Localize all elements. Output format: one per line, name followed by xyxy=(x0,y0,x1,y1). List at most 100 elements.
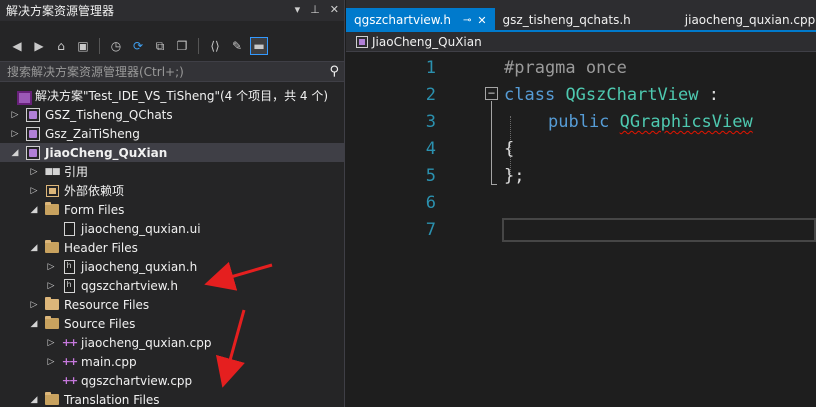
collapse-region-icon[interactable]: − xyxy=(485,87,498,100)
expand-arrow-icon[interactable]: ▷ xyxy=(10,129,20,139)
collapse-arrow-icon[interactable]: ◢ xyxy=(29,395,39,405)
forward-icon[interactable]: ▶ xyxy=(30,37,48,55)
dropdown-icon[interactable]: ▾ xyxy=(295,3,301,16)
solution-explorer-panel: 解决方案资源管理器 ▾ ⊥ ✕ ◀ ▶ ⌂ ▣ ◷ ⟳ ⧉ ❐ ⟨⟩ ✎ ▬ 搜… xyxy=(0,0,345,407)
header-file-icon xyxy=(63,278,75,293)
expand-arrow-icon[interactable]: ▷ xyxy=(46,281,56,291)
expand-arrow-icon[interactable]: ▷ xyxy=(46,338,56,348)
show-all-files-icon[interactable]: ❐ xyxy=(173,37,191,55)
nav-project-label: JiaoCheng_QuXian xyxy=(372,34,482,49)
project-icon xyxy=(356,35,368,48)
header-file-icon xyxy=(63,259,75,274)
tree-item-folder[interactable]: ◢ Header Files xyxy=(0,238,344,257)
tree-item-project[interactable]: ▷ GSZ_Tisheng_QChats xyxy=(0,105,344,124)
solution-explorer-title: 解决方案资源管理器 xyxy=(6,4,115,18)
ui-file-icon xyxy=(63,221,75,236)
search-input[interactable]: 搜索解决方案资源管理器(Ctrl+;) xyxy=(7,63,184,80)
pin-icon[interactable]: ⊥ xyxy=(310,3,320,16)
tree-item-label: Source Files xyxy=(64,316,136,331)
tab-gsz-tisheng-qchats-h[interactable]: gsz_tisheng_qchats.h xyxy=(495,8,639,32)
expand-arrow-icon[interactable]: ▷ xyxy=(29,300,39,310)
project-icon xyxy=(26,145,40,160)
tree-item-project[interactable]: ▷ Gsz_ZaiTiSheng xyxy=(0,124,344,143)
pin-tab-icon[interactable]: ⊸ xyxy=(463,15,471,26)
tree-item-label: jiaocheng_quxian.ui xyxy=(81,221,201,236)
collapse-arrow-icon[interactable]: ◢ xyxy=(29,205,39,215)
code-punct: : xyxy=(698,85,719,105)
line-number: 6 xyxy=(425,193,436,213)
pending-changes-filter-icon[interactable]: ◷ xyxy=(107,37,125,55)
tree-item-references[interactable]: ▷ ■■ 引用 xyxy=(0,162,344,181)
tree-item-label: Resource Files xyxy=(64,297,150,312)
folder-icon xyxy=(45,297,59,310)
tree-item-label: 引用 xyxy=(64,165,89,179)
close-tab-icon[interactable]: ✕ xyxy=(477,14,486,27)
project-icon xyxy=(26,126,40,141)
folder-open-icon xyxy=(45,316,59,329)
tab-label: gsz_tisheng_qchats.h xyxy=(502,13,631,27)
line-number: 1 xyxy=(425,58,436,78)
solution-explorer-search[interactable]: 搜索解决方案资源管理器(Ctrl+;) ⚲ xyxy=(0,61,344,82)
properties-wrench-icon[interactable]: ✎ xyxy=(228,37,246,55)
tree-item-label: Header Files xyxy=(64,240,138,255)
collapse-arrow-icon[interactable]: ◢ xyxy=(29,319,39,329)
folder-open-icon xyxy=(45,240,59,253)
tree-item-project-selected[interactable]: ◢ JiaoCheng_QuXian xyxy=(0,143,344,162)
tree-item-folder[interactable]: ◢ Translation Files xyxy=(0,390,344,407)
solution-explorer-title-bar: 解决方案资源管理器 ▾ ⊥ ✕ xyxy=(0,0,344,21)
expand-arrow-icon[interactable]: ▷ xyxy=(10,110,20,120)
close-icon[interactable]: ✕ xyxy=(330,3,339,16)
expand-arrow-icon[interactable]: ▷ xyxy=(29,167,39,177)
collapse-all-icon[interactable]: ⧉ xyxy=(151,37,169,55)
tree-item-label: 解决方案"Test_IDE_VS_TiSheng"(4 个项目，共 4 个) xyxy=(35,89,329,103)
tree-item-file[interactable]: ▷ qgszchartview.h xyxy=(0,276,344,295)
preview-selected-items-icon[interactable]: ▬ xyxy=(250,37,268,55)
tree-item-label: qgszchartview.cpp xyxy=(81,373,193,388)
code-area[interactable]: 1 2 3 4 5 6 7 − #pragma once class QGszC… xyxy=(346,54,816,407)
line-number: 7 xyxy=(425,220,436,240)
project-icon xyxy=(26,107,40,122)
code-line-4: { xyxy=(504,139,515,159)
back-icon[interactable]: ◀ xyxy=(8,37,26,55)
code-line-5: }; xyxy=(504,166,525,186)
tree-item-label: JiaoCheng_QuXian xyxy=(45,145,168,160)
tree-item-label: jiaocheng_quxian.cpp xyxy=(81,335,212,350)
switch-views-icon[interactable]: ▣ xyxy=(74,37,92,55)
tree-item-file[interactable]: ▷ ++ main.cpp xyxy=(0,352,344,371)
tree-item-file[interactable]: ▷ ++ jiaocheng_quxian.cpp xyxy=(0,333,344,352)
line-number: 2 xyxy=(425,85,436,105)
fold-guide xyxy=(491,101,492,185)
tree-item-file[interactable]: ▷ jiaocheng_quxian.h xyxy=(0,257,344,276)
expand-arrow-icon[interactable]: ▷ xyxy=(46,357,56,367)
tree-item-external-deps[interactable]: ▷ 外部依赖项 xyxy=(0,181,344,200)
home-icon[interactable]: ⌂ xyxy=(52,37,70,55)
base-class-name: QGraphicsView xyxy=(619,112,753,132)
tree-item-label: Form Files xyxy=(64,202,125,217)
tree-item-file[interactable]: jiaocheng_quxian.ui xyxy=(0,219,344,238)
project-navigation-dropdown[interactable]: JiaoCheng_QuXian xyxy=(346,32,816,52)
code-editor: qgszchartview.h ⊸ ✕ gsz_tisheng_qchats.h… xyxy=(346,0,816,407)
tree-item-solution[interactable]: 解决方案"Test_IDE_VS_TiSheng"(4 个项目，共 4 个) xyxy=(0,86,344,105)
tree-item-label: qgszchartview.h xyxy=(81,278,178,293)
code-line-2: class QGszChartView : xyxy=(504,85,719,105)
class-name: QGszChartView xyxy=(565,85,699,105)
tree-item-folder[interactable]: ◢ Form Files xyxy=(0,200,344,219)
line-number: 4 xyxy=(425,139,436,159)
collapse-arrow-icon[interactable]: ◢ xyxy=(10,148,20,158)
folder-open-icon xyxy=(45,202,59,215)
tab-qgszchartview-h[interactable]: qgszchartview.h ⊸ ✕ xyxy=(346,8,495,32)
refresh-icon[interactable]: ⟳ xyxy=(129,37,147,55)
code-line-1: #pragma once xyxy=(504,58,627,78)
expand-arrow-icon[interactable]: ▷ xyxy=(46,262,56,272)
tree-item-folder[interactable]: ▷ Resource Files xyxy=(0,295,344,314)
collapse-arrow-icon[interactable]: ◢ xyxy=(29,243,39,253)
tree-item-folder[interactable]: ◢ Source Files xyxy=(0,314,344,333)
tree-item-file[interactable]: ++ qgszchartview.cpp xyxy=(0,371,344,390)
search-icon[interactable]: ⚲ xyxy=(329,64,339,79)
tab-jiaocheng-quxian-cpp[interactable]: jiaocheng_quxian.cpp xyxy=(677,8,816,32)
tree-item-label: GSZ_Tisheng_QChats xyxy=(45,107,173,122)
expand-arrow-icon[interactable]: ▷ xyxy=(29,186,39,196)
tree-item-label: Translation Files xyxy=(64,392,160,407)
current-line-highlight xyxy=(502,218,816,242)
view-code-icon[interactable]: ⟨⟩ xyxy=(206,37,224,55)
